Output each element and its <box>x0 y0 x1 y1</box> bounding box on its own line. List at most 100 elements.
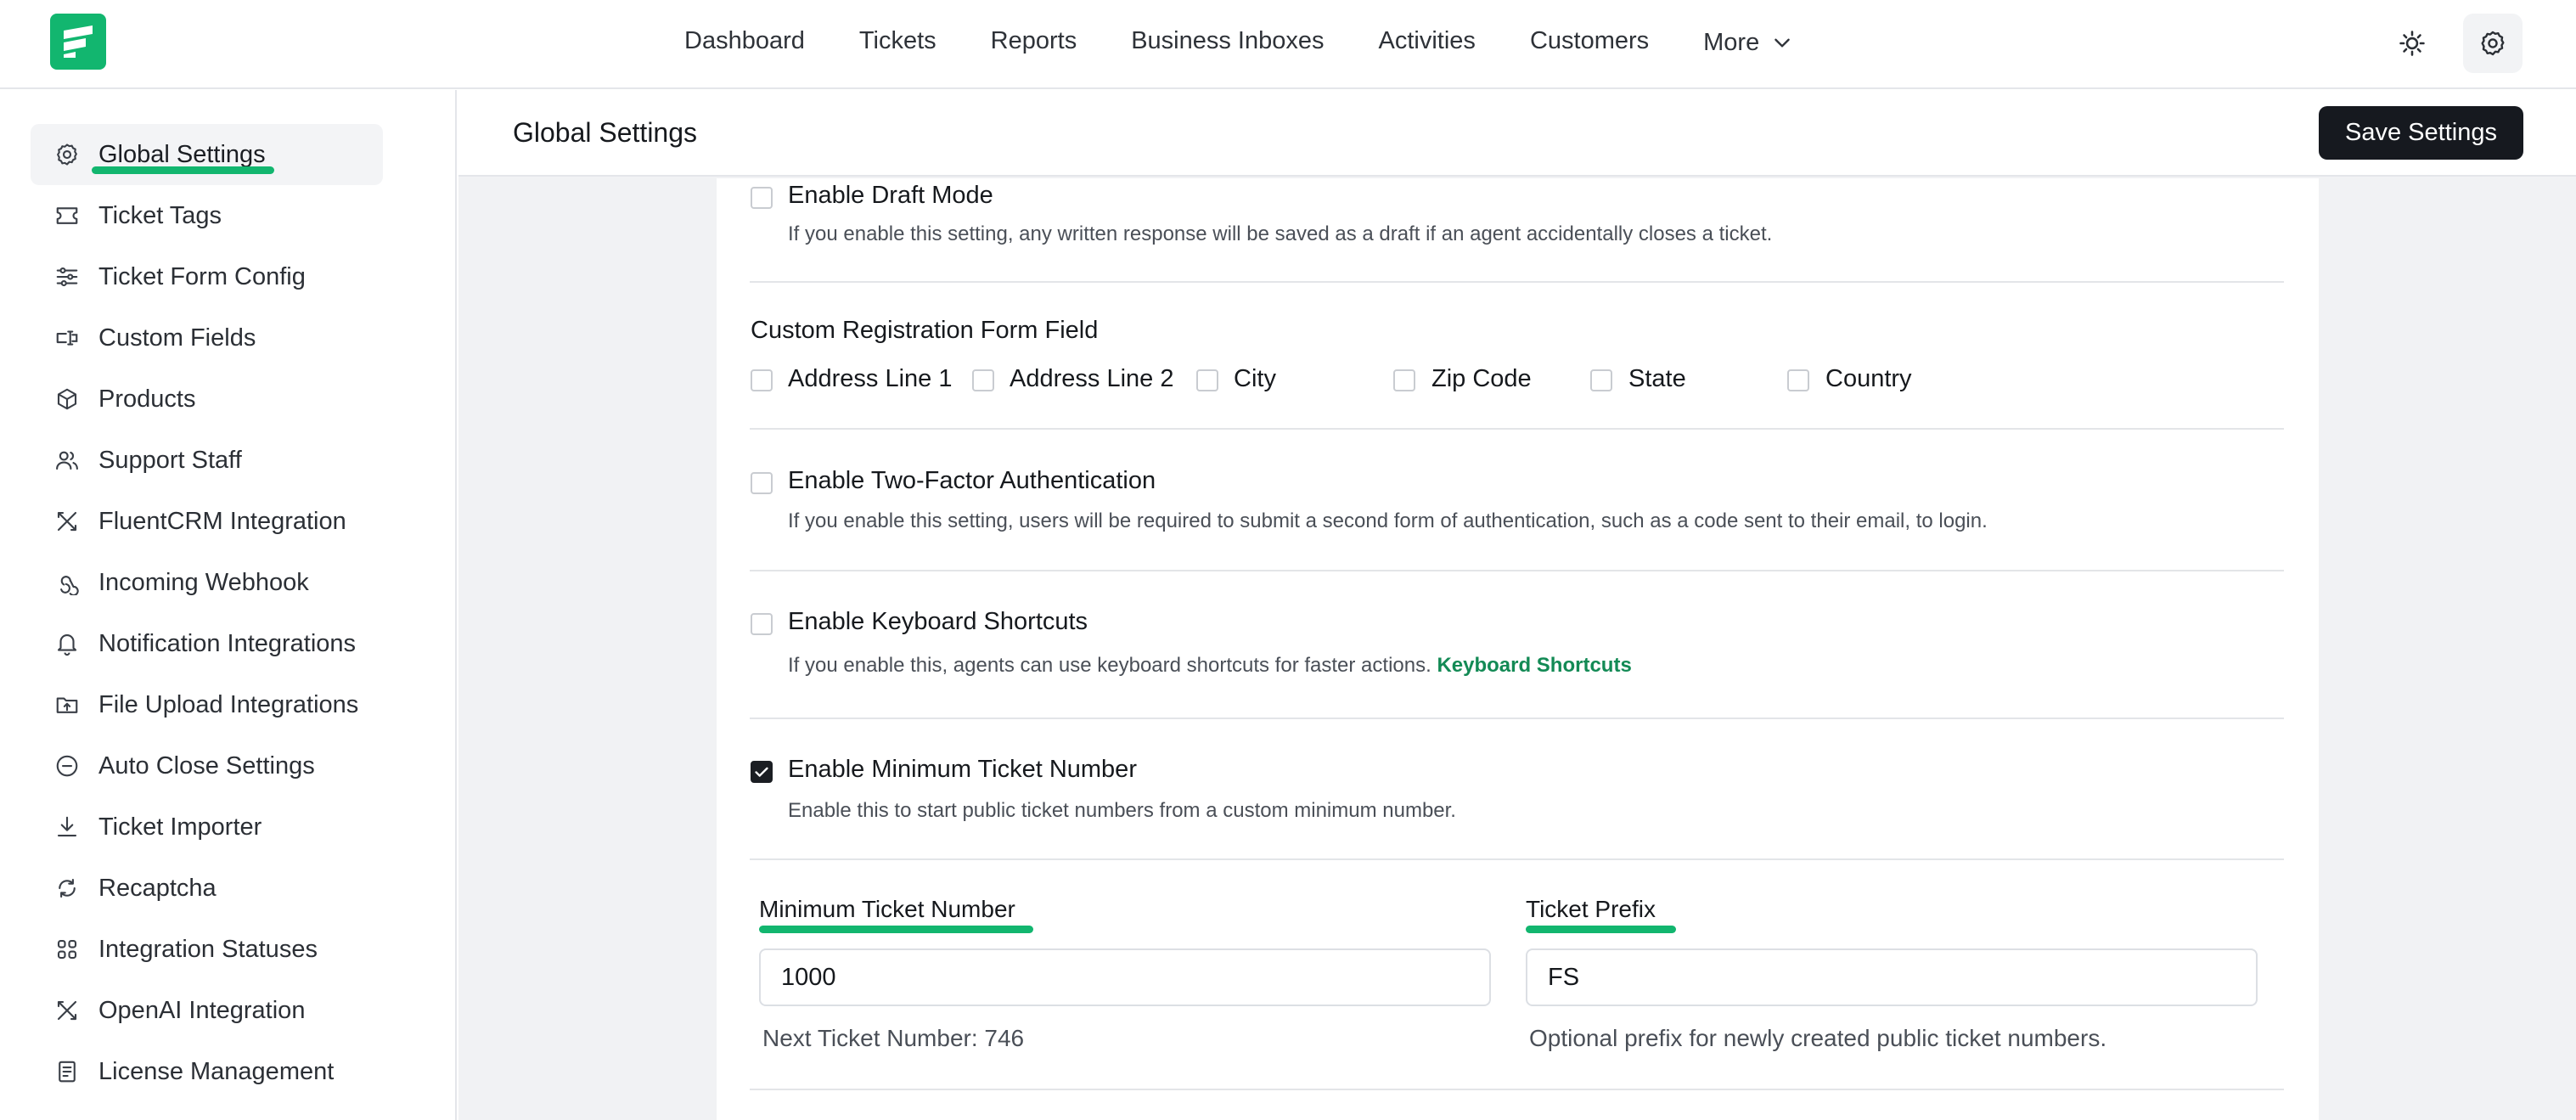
chevron-down-icon <box>1771 31 1793 53</box>
theme-toggle-button[interactable] <box>2382 14 2442 73</box>
nav-tickets[interactable]: Tickets <box>859 27 936 55</box>
sidebar-item-label: Global Settings <box>98 140 266 168</box>
keyboard-shortcuts-link[interactable]: Keyboard Shortcuts <box>1437 654 1631 677</box>
nav-activities-label: Activities <box>1378 26 1476 54</box>
city-checkbox[interactable] <box>1196 369 1218 391</box>
draft-mode-title: Enable Draft Mode <box>788 182 993 209</box>
zip-code-checkbox[interactable] <box>1393 369 1415 391</box>
settings-sidebar: Global Settings Ticket Tags Ticket Form … <box>0 90 457 1120</box>
sidebar-item-label: Notification Integrations <box>98 629 357 657</box>
two-factor-checkbox[interactable] <box>751 472 773 494</box>
grid-icon <box>53 935 82 964</box>
sidebar-item-label: Ticket Form Config <box>98 262 306 290</box>
sidebar-item-support-staff[interactable]: Support Staff <box>31 430 383 491</box>
next-ticket-number-text: Next Ticket Number: 746 <box>762 1025 1025 1051</box>
address-line-2-checkbox[interactable] <box>972 369 994 391</box>
nav-tickets-label: Tickets <box>858 26 936 54</box>
theme-toggle-icon <box>2399 31 2425 56</box>
registration-fields-label: Custom Registration Form Field <box>751 317 1099 344</box>
nav-reports[interactable]: Reports <box>991 27 1077 55</box>
ticket-prefix-input[interactable] <box>1526 948 2258 1006</box>
custom-fields-icon <box>53 324 82 352</box>
sidebar-item-global-settings[interactable]: Global Settings <box>31 124 383 185</box>
field-label-underline <box>1526 926 1676 933</box>
save-settings-button[interactable]: Save Settings <box>2319 106 2523 160</box>
address-line-1-checkbox[interactable] <box>751 369 773 391</box>
nav-customers[interactable]: Customers <box>1530 27 1649 55</box>
nav-reports-label: Reports <box>990 26 1077 54</box>
sidebar-item-recaptcha[interactable]: Recaptcha <box>31 858 383 919</box>
sidebar-item-ticket-importer[interactable]: Ticket Importer <box>31 796 383 858</box>
sidebar-item-label: Integration Statuses <box>98 935 318 963</box>
nav-business-inboxes[interactable]: Business Inboxes <box>1131 27 1324 55</box>
bell-icon <box>53 629 82 658</box>
sidebar-item-integration-statuses[interactable]: Integration Statuses <box>31 919 383 980</box>
nav-activities[interactable]: Activities <box>1379 27 1476 55</box>
sidebar-item-label: Auto Close Settings <box>98 751 315 779</box>
tools-icon <box>53 996 82 1025</box>
sliders-icon <box>53 262 82 291</box>
ticket-prefix-help-text: Optional prefix for newly created public… <box>1529 1025 2107 1051</box>
min-ticket-number-checkbox[interactable] <box>751 761 773 783</box>
keyboard-shortcuts-description: If you enable this, agents can use keybo… <box>788 654 1632 678</box>
divider <box>750 570 2284 571</box>
sidebar-item-label: License Management <box>98 1057 335 1085</box>
field-label-underline <box>759 926 1033 933</box>
page-header: Global Settings Save Settings <box>458 90 2576 177</box>
sidebar-item-ticket-form-config[interactable]: Ticket Form Config <box>31 246 383 307</box>
gear-icon <box>53 140 82 169</box>
min-ticket-number-label: Minimum Ticket Number <box>759 896 1015 922</box>
draft-mode-checkbox[interactable] <box>751 187 773 209</box>
sidebar-item-label: Ticket Tags <box>98 201 222 229</box>
sidebar-item-license-management[interactable]: License Management <box>31 1041 383 1102</box>
nav-more-dropdown[interactable]: More <box>1703 29 1793 57</box>
sidebar-item-label: Ticket Importer <box>98 813 262 841</box>
tag-icon <box>53 201 82 230</box>
main-content: Global Settings Save Settings Enable Dra… <box>458 90 2576 1120</box>
sidebar-item-fluentcrm-integration[interactable]: FluentCRM Integration <box>31 491 383 552</box>
ticket-prefix-label: Ticket Prefix <box>1526 896 1656 922</box>
sidebar-item-openai-integration[interactable]: OpenAI Integration <box>31 980 383 1041</box>
nav-dashboard[interactable]: Dashboard <box>684 27 805 55</box>
folder-upload-icon <box>53 690 82 719</box>
settings-panel: Enable Draft Mode If you enable this set… <box>717 178 2319 1120</box>
country-checkbox[interactable] <box>1787 369 1809 391</box>
sidebar-item-products[interactable]: Products <box>31 369 383 430</box>
zip-code-label: Zip Code <box>1431 365 1532 392</box>
nav-more-label: More <box>1703 28 1760 56</box>
nav-customers-label: Customers <box>1529 26 1650 54</box>
sidebar-item-custom-fields[interactable]: Custom Fields <box>31 307 383 369</box>
sidebar-item-label: OpenAI Integration <box>98 996 306 1024</box>
two-factor-title: Enable Two-Factor Authentication <box>788 467 1156 494</box>
divider <box>750 858 2284 860</box>
webhook-icon <box>53 568 82 597</box>
minus-circle-icon <box>53 751 82 780</box>
tools-icon <box>53 507 82 536</box>
sidebar-item-label: File Upload Integrations <box>98 690 359 718</box>
nav-business-inboxes-label: Business Inboxes <box>1131 26 1325 54</box>
address-line-2-label: Address Line 2 <box>1010 365 1174 392</box>
state-checkbox[interactable] <box>1590 369 1612 391</box>
sidebar-item-notification-integrations[interactable]: Notification Integrations <box>31 613 383 674</box>
min-ticket-number-input[interactable] <box>759 948 1491 1006</box>
users-icon <box>53 446 82 475</box>
checkmark-icon <box>755 767 768 777</box>
active-item-underline <box>92 166 274 174</box>
keyboard-shortcuts-checkbox[interactable] <box>751 613 773 635</box>
box-icon <box>53 385 82 414</box>
sidebar-item-incoming-webhook[interactable]: Incoming Webhook <box>31 552 383 613</box>
divider <box>750 428 2284 430</box>
city-label: City <box>1234 365 1276 392</box>
gear-icon <box>2481 31 2505 56</box>
sidebar-item-ticket-tags[interactable]: Ticket Tags <box>31 185 383 246</box>
sidebar-item-file-upload-integrations[interactable]: File Upload Integrations <box>31 674 383 735</box>
sidebar-item-label: Custom Fields <box>98 324 256 352</box>
app-logo[interactable] <box>50 14 106 70</box>
divider <box>750 718 2284 719</box>
main-nav: Dashboard Tickets Reports Business Inbox… <box>684 24 1848 58</box>
divider <box>750 281 2284 283</box>
settings-button[interactable] <box>2463 14 2523 73</box>
draft-mode-description: If you enable this setting, any written … <box>788 222 1773 245</box>
refresh-icon <box>53 874 82 903</box>
sidebar-item-auto-close-settings[interactable]: Auto Close Settings <box>31 735 383 796</box>
